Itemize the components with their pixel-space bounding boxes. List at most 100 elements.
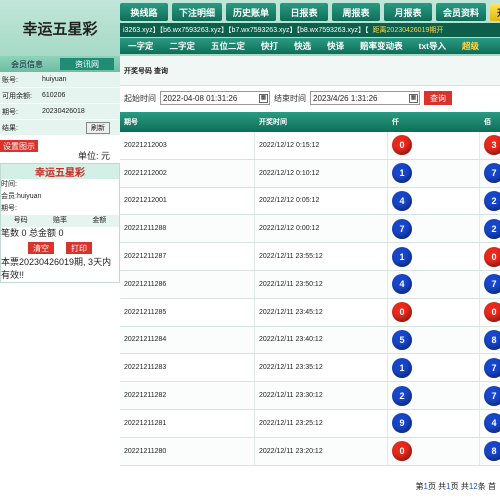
- hundreds-ball: 7: [484, 163, 500, 184]
- results-table-header: 期号 开奖时间 仟 佰: [120, 112, 500, 132]
- slip-col-amount: 金额: [92, 217, 107, 224]
- end-time-value: 2023/4/26 1:31:26: [313, 93, 378, 103]
- table-row: 20221211283 2022/12/11 23:35:12 1 7: [120, 354, 500, 383]
- result-label: 结果:: [2, 124, 18, 132]
- tab-super[interactable]: 超级: [454, 40, 487, 52]
- row-issue: 20221211284: [120, 326, 255, 354]
- hundreds-ball: 7: [484, 385, 500, 406]
- result-row: 结果: 刷新: [0, 120, 120, 136]
- col-issue: 期号: [124, 119, 138, 126]
- row-draw-time: 2022/12/11 23:40:12: [255, 326, 388, 354]
- hundreds-ball: 7: [484, 357, 500, 378]
- row-thousands-cell: 1: [388, 159, 480, 187]
- left-tabs: 会员信息 资讯网: [0, 56, 120, 72]
- row-hundreds-cell: 2: [480, 218, 500, 239]
- col-draw-time: 开奖时间: [259, 119, 287, 126]
- table-row: 20221212003 2022/12/12 0:15:12 0 3: [120, 132, 500, 160]
- start-time-input[interactable]: 2022-04-08 01:31:26 ▦: [160, 91, 270, 105]
- pager-first-link[interactable]: 条 首: [478, 481, 496, 492]
- row-issue: 20221211281: [120, 409, 255, 437]
- nav-bet-details-button[interactable]: 下注明细: [172, 3, 223, 21]
- left-panel: 会员信息 资讯网 账号: huiyuan 可用余额: 610206 期号: 20…: [0, 56, 120, 500]
- row-thousands-cell: 2: [388, 382, 480, 409]
- tab-news[interactable]: 资讯网: [60, 58, 114, 70]
- thousands-ball: 4: [392, 274, 412, 295]
- account-label: 账号:: [2, 76, 18, 84]
- nav-daily-report-button[interactable]: 日报表: [280, 3, 329, 21]
- row-thousands-cell: 0: [388, 437, 480, 465]
- row-hundreds-cell: 8: [480, 329, 500, 350]
- table-row: 20221211282 2022/12/11 23:30:12 2 7: [120, 382, 500, 410]
- balance-row: 可用余额: 610206: [0, 88, 120, 104]
- row-draw-time: 2022/12/11 23:45:12: [255, 298, 388, 326]
- main-nav: 换线路 下注明细 历史账单 日报表 周报表 月报表 会员资料 开奖: [120, 3, 500, 21]
- nav-member-info-button[interactable]: 会员资料: [436, 3, 487, 21]
- row-hundreds-cell: 3: [480, 135, 500, 156]
- end-time-input[interactable]: 2023/4/26 1:31:26 ▦: [310, 91, 420, 105]
- tab-quick-translate[interactable]: 快译: [319, 40, 352, 52]
- tab-two-digit[interactable]: 二字定: [162, 40, 204, 52]
- tab-one-digit[interactable]: 一字定: [120, 40, 162, 52]
- row-draw-time: 2022/12/11 23:55:12: [255, 243, 388, 270]
- table-row: 20221212001 2022/12/12 0:05:12 4 2: [120, 187, 500, 216]
- tab-quick-hit[interactable]: 快打: [253, 40, 286, 52]
- main-content: 开奖号码 查询 起始时间 2022-04-08 01:31:26 ▦ 结束时间 …: [120, 56, 500, 500]
- calendar-icon[interactable]: ▦: [259, 93, 268, 103]
- row-thousands-cell: 7: [388, 215, 480, 243]
- thousands-ball: 1: [392, 357, 412, 378]
- nav-draw-button[interactable]: 开奖: [490, 3, 500, 21]
- brand-title: 幸运五星彩: [22, 19, 98, 38]
- hundreds-ball: 2: [484, 218, 500, 239]
- print-button[interactable]: 打印: [66, 242, 92, 254]
- date-filter: 起始时间 2022-04-08 01:31:26 ▦ 结束时间 2023/4/2…: [120, 86, 500, 110]
- slip-member: 会员:huiyuan: [1, 193, 42, 200]
- row-thousands-cell: 1: [388, 243, 480, 270]
- query-button[interactable]: 查询: [424, 91, 452, 105]
- nav-history-bill-button[interactable]: 历史账单: [226, 3, 277, 21]
- domain-list: i3263.xyz】【b6.wx7593263.xyz】【b7.wx759326…: [123, 27, 369, 34]
- row-issue: 20221211282: [120, 382, 255, 409]
- row-draw-time: 2022/12/11 23:30:12: [255, 382, 388, 409]
- nav-weekly-report-button[interactable]: 周报表: [332, 3, 381, 21]
- settings-icon-button[interactable]: 设置图示: [0, 140, 38, 152]
- tab-txt-import[interactable]: txt导入: [411, 40, 454, 52]
- row-thousands-cell: 0: [388, 132, 480, 159]
- row-issue: 20221211280: [120, 437, 255, 465]
- clear-button[interactable]: 清空: [28, 242, 54, 254]
- bet-slip-title: 幸运五星彩: [1, 164, 119, 179]
- tab-five-two[interactable]: 五位二定: [203, 40, 253, 52]
- row-issue: 20221211288: [120, 215, 255, 243]
- col-thousands: 仟: [392, 119, 399, 126]
- play-type-nav: 一字定 二字定 五位二定 快打 快选 快译 赔率变动表 txt导入 超级: [120, 38, 500, 54]
- tab-quick-select[interactable]: 快选: [286, 40, 319, 52]
- row-issue: 20221212003: [120, 132, 255, 159]
- slip-col-number: 号码: [13, 217, 28, 224]
- nav-monthly-report-button[interactable]: 月报表: [384, 3, 433, 21]
- row-draw-time: 2022/12/11 23:25:12: [255, 409, 388, 437]
- calendar-icon[interactable]: ▦: [409, 93, 418, 103]
- start-time-label: 起始时间: [124, 93, 156, 103]
- nav-switch-line-button[interactable]: 换线路: [120, 3, 168, 21]
- balance-value: 610206: [42, 92, 66, 99]
- hundreds-ball: 3: [484, 135, 500, 156]
- pager-mid: 页 共: [427, 482, 447, 491]
- refresh-button[interactable]: 刷新: [86, 121, 110, 134]
- hundreds-ball: 0: [484, 302, 500, 323]
- row-issue: 20221211286: [120, 270, 255, 298]
- row-draw-time: 2022/12/11 23:35:12: [255, 354, 388, 382]
- hundreds-ball: 2: [484, 190, 500, 211]
- thousands-ball: 9: [392, 413, 412, 434]
- row-thousands-cell: 1: [388, 354, 480, 382]
- thousands-ball: 5: [392, 329, 412, 350]
- thousands-ball: 7: [392, 218, 412, 239]
- row-hundreds-cell: 7: [480, 163, 500, 184]
- row-hundreds-cell: 2: [480, 190, 500, 211]
- table-row: 20221211287 2022/12/11 23:55:12 1 0: [120, 243, 500, 271]
- table-row: 20221211281 2022/12/11 23:25:12 9 4: [120, 409, 500, 438]
- row-issue: 20221211287: [120, 243, 255, 270]
- table-row: 20221211280 2022/12/11 23:20:12 0 8: [120, 437, 500, 466]
- tab-member-info[interactable]: 会员信息: [0, 56, 54, 72]
- row-hundreds-cell: 7: [480, 274, 500, 295]
- tab-odds-changes[interactable]: 赔率变动表: [352, 40, 411, 52]
- row-draw-time: 2022/12/12 0:15:12: [255, 132, 388, 159]
